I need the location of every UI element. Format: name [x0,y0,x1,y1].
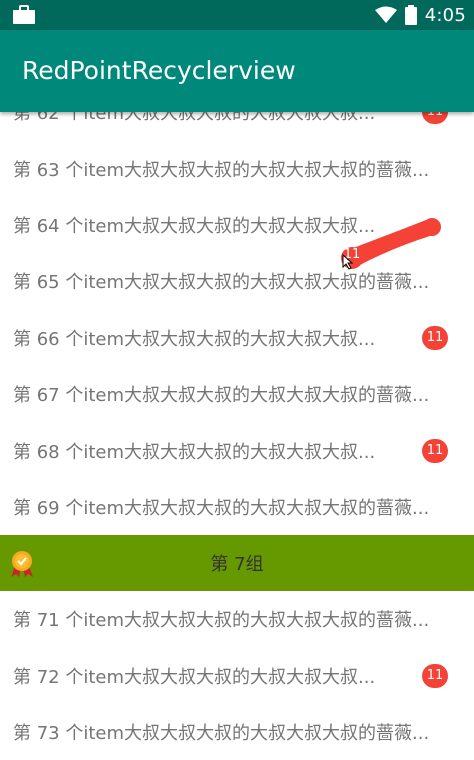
list-item[interactable]: 第 67 个item大叔大叔大叔的大叔大叔大叔的蔷薇... [0,366,474,422]
group-title: 第 7组 [210,554,264,576]
app-bar: RedPointRecyclerview [0,30,474,112]
item-text: 第 67 个item大叔大叔大叔的大叔大叔大叔的蔷薇... [13,385,430,407]
status-bar: 4:05 [0,0,474,30]
battery-icon [404,5,417,25]
medal-icon [11,551,33,578]
item-text: 第 64 个item大叔大叔大叔的大叔大叔大叔... [13,215,376,237]
list-item[interactable]: 第 73 个item大叔大叔大叔的大叔大叔大叔的蔷薇... [0,704,474,760]
red-point-badge[interactable]: 11 [422,325,448,350]
item-text: 第 68 个item大叔大叔大叔的大叔大叔大叔... [13,441,376,463]
wifi-icon [374,6,397,23]
list-item[interactable]: 第 63 个item大叔大叔大叔的大叔大叔大叔的蔷薇... [0,140,474,196]
list-item[interactable]: 第 71 个item大叔大叔大叔的大叔大叔大叔的蔷薇... [0,591,474,647]
red-point-badge[interactable]: 11 [422,438,448,463]
cursor-icon [342,254,354,270]
item-text: 第 66 个item大叔大叔大叔的大叔大叔大叔... [13,328,376,350]
item-text: 第 73 个item大叔大叔大叔的大叔大叔大叔的蔷薇... [13,723,430,745]
item-list[interactable]: 第 62 个item大叔大叔大叔的大叔大叔大叔... 11 第 63 个item… [0,84,474,760]
group-header: 第 7组 [0,535,474,592]
red-point-badge[interactable]: 11 [422,663,448,688]
item-text: 第 63 个item大叔大叔大叔的大叔大叔大叔的蔷薇... [13,159,430,181]
list-item[interactable]: 第 69 个item大叔大叔大叔的大叔大叔大叔的蔷薇... [0,479,474,535]
item-text: 第 65 个item大叔大叔大叔的大叔大叔大叔的蔷薇... [13,272,430,294]
app-title: RedPointRecyclerview [22,56,296,85]
item-text: 第 69 个item大叔大叔大叔的大叔大叔大叔的蔷薇... [13,497,430,519]
clock: 4:05 [424,4,466,26]
list-item[interactable]: 第 68 个item大叔大叔大叔的大叔大叔大叔... 11 [0,422,474,478]
list-item[interactable]: 第 66 个item大叔大叔大叔的大叔大叔大叔... 11 [0,310,474,366]
briefcase-icon [13,5,35,24]
list-item[interactable]: 第 72 个item大叔大叔大叔的大叔大叔大叔... 11 [0,648,474,704]
item-text: 第 72 个item大叔大叔大叔的大叔大叔大叔... [13,666,376,688]
item-text: 第 71 个item大叔大叔大叔的大叔大叔大叔的蔷薇... [13,610,430,632]
